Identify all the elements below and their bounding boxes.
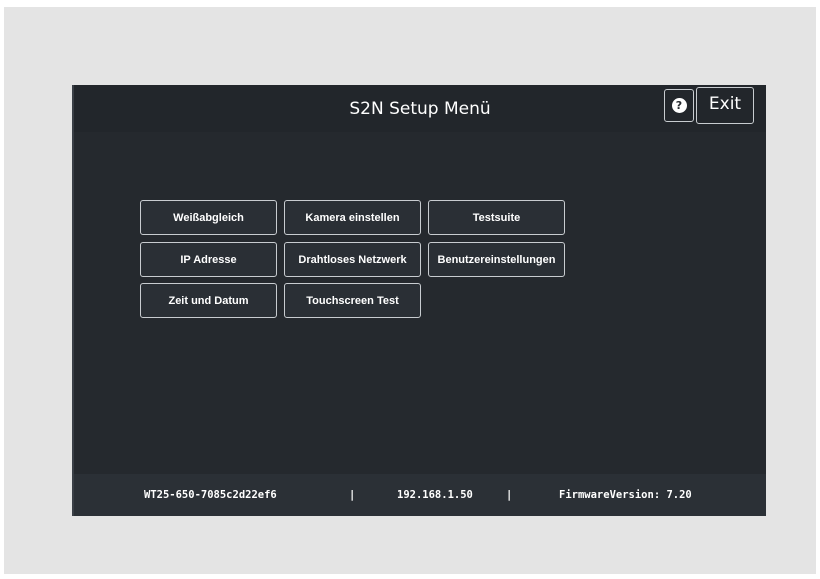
setup-screen: S2N Setup Menü ? Exit Weißabgleich Kamer… bbox=[72, 85, 766, 516]
testsuite-button[interactable]: Testsuite bbox=[428, 200, 565, 235]
footer-separator: | bbox=[349, 489, 356, 501]
time-date-button[interactable]: Zeit und Datum bbox=[140, 283, 277, 318]
help-button[interactable]: ? bbox=[664, 89, 694, 122]
exit-button[interactable]: Exit bbox=[696, 87, 754, 124]
footer-separator: | bbox=[506, 489, 513, 501]
user-settings-button[interactable]: Benutzereinstellungen bbox=[428, 242, 565, 277]
firmware-version: FirmwareVersion: 7.20 bbox=[559, 489, 692, 501]
touchscreen-test-button[interactable]: Touchscreen Test bbox=[284, 283, 421, 318]
ip-address-readout: 192.168.1.50 bbox=[397, 489, 473, 501]
wireless-network-button[interactable]: Drahtloses Netzwerk bbox=[284, 242, 421, 277]
status-footer: WT25-650-7085c2d22ef6 | 192.168.1.50 | F… bbox=[74, 474, 766, 516]
device-id: WT25-650-7085c2d22ef6 bbox=[144, 489, 277, 501]
ip-address-button[interactable]: IP Adresse bbox=[140, 242, 277, 277]
white-balance-button[interactable]: Weißabgleich bbox=[140, 200, 277, 235]
camera-settings-button[interactable]: Kamera einstellen bbox=[284, 200, 421, 235]
page-background: S2N Setup Menü ? Exit Weißabgleich Kamer… bbox=[4, 7, 816, 574]
header-bar: S2N Setup Menü ? Exit bbox=[74, 85, 766, 132]
question-circle-icon: ? bbox=[671, 98, 687, 113]
page-title: S2N Setup Menü bbox=[349, 99, 491, 119]
